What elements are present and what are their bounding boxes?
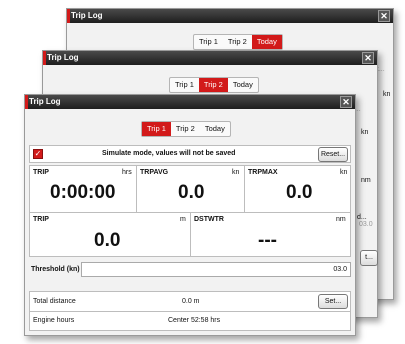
tab-trip-1[interactable]: Trip 1 bbox=[194, 35, 223, 49]
tab-trip-1[interactable]: Trip 1 bbox=[142, 122, 171, 136]
trip-distance-value: 0.0 bbox=[94, 230, 121, 251]
set-button[interactable]: Set... bbox=[318, 294, 348, 309]
tab-trip-2[interactable]: Trip 2 bbox=[171, 122, 200, 136]
grid-divider-v3 bbox=[190, 212, 191, 257]
tab-trip-2[interactable]: Trip 2 bbox=[223, 35, 252, 49]
threshold-label: Threshold (kn) bbox=[31, 266, 80, 273]
grid-divider-v2 bbox=[244, 166, 245, 212]
totals-divider bbox=[30, 311, 350, 312]
close-icon[interactable]: ✕ bbox=[340, 96, 352, 108]
trpavg-value: 0.0 bbox=[178, 182, 205, 203]
simulate-label: Simulate mode, values will not be saved bbox=[102, 150, 236, 157]
tab-today[interactable]: Today bbox=[228, 78, 258, 92]
trip-log-window: Trip Log ✕ Trip 1 Trip 2 Today ✓ Simulat… bbox=[24, 94, 356, 336]
dstwtr-value: --- bbox=[258, 230, 277, 251]
threshold-input[interactable]: 03.0 bbox=[81, 262, 351, 277]
checkbox-icon[interactable]: ✓ bbox=[33, 149, 43, 159]
ghost-value: 03.0 bbox=[359, 221, 373, 228]
totals-panel: Total distance 0.0 m Set... Engine hours… bbox=[29, 291, 351, 331]
ghost-t-button: t... bbox=[360, 250, 378, 266]
ghost-d-button: d... bbox=[357, 214, 367, 221]
trpmax-label: TRPMAX bbox=[248, 169, 278, 176]
engine-hours-label: Engine hours bbox=[33, 317, 75, 324]
window-titlebar: Trip Log ✕ bbox=[43, 51, 377, 65]
accent-bar bbox=[43, 51, 46, 65]
tab-today[interactable]: Today bbox=[251, 35, 282, 49]
window-titlebar: Trip Log ✕ bbox=[25, 95, 355, 109]
simulate-row: ✓ Simulate mode, values will not be save… bbox=[29, 145, 351, 163]
reset-button[interactable]: Reset... bbox=[318, 147, 348, 162]
dstwtr-unit: nm bbox=[336, 216, 346, 223]
total-distance-label: Total distance bbox=[33, 298, 76, 305]
total-distance-value: 0.0 m bbox=[182, 298, 200, 305]
stats-grid: TRIP hrs 0:00:00 TRPAVG kn 0.0 TRPMAX kn… bbox=[29, 165, 351, 257]
tab-bar: Trip 1 Trip 2 Today bbox=[141, 121, 231, 137]
dstwtr-label: DSTWTR bbox=[194, 216, 224, 223]
tab-trip-2[interactable]: Trip 2 bbox=[198, 78, 228, 92]
trpavg-label: TRPAVG bbox=[140, 169, 169, 176]
trpmax-value: 0.0 bbox=[286, 182, 313, 203]
tab-bar: Trip 1 Trip 2 Today bbox=[169, 77, 259, 93]
trip-distance-label: TRIP bbox=[33, 216, 49, 223]
window-title: Trip Log bbox=[47, 53, 79, 62]
close-icon[interactable]: ✕ bbox=[378, 10, 390, 22]
tab-today[interactable]: Today bbox=[200, 122, 230, 136]
trip-time-unit: hrs bbox=[122, 169, 132, 176]
engine-hours-value: Center 52:58 hrs bbox=[168, 317, 221, 324]
trip-distance-unit: m bbox=[180, 216, 186, 223]
ghost-unit-kn: kn bbox=[361, 129, 369, 136]
window-titlebar: Trip Log ✕ bbox=[67, 9, 393, 23]
close-icon[interactable]: ✕ bbox=[362, 52, 374, 64]
accent-bar bbox=[67, 9, 70, 23]
tab-trip-1[interactable]: Trip 1 bbox=[170, 78, 199, 92]
trpavg-unit: kn bbox=[232, 169, 240, 176]
window-title: Trip Log bbox=[71, 11, 103, 20]
grid-divider-v1 bbox=[136, 166, 137, 212]
trip-time-label: TRIP bbox=[33, 169, 49, 176]
ghost-unit-kn: kn bbox=[383, 91, 391, 98]
trpmax-unit: kn bbox=[340, 169, 348, 176]
window-title: Trip Log bbox=[29, 97, 61, 106]
tab-bar: Trip 1 Trip 2 Today bbox=[193, 34, 283, 50]
trip-time-value: 0:00:00 bbox=[50, 182, 116, 203]
ghost-unit-nm: nm bbox=[361, 177, 371, 184]
accent-bar bbox=[25, 95, 28, 109]
